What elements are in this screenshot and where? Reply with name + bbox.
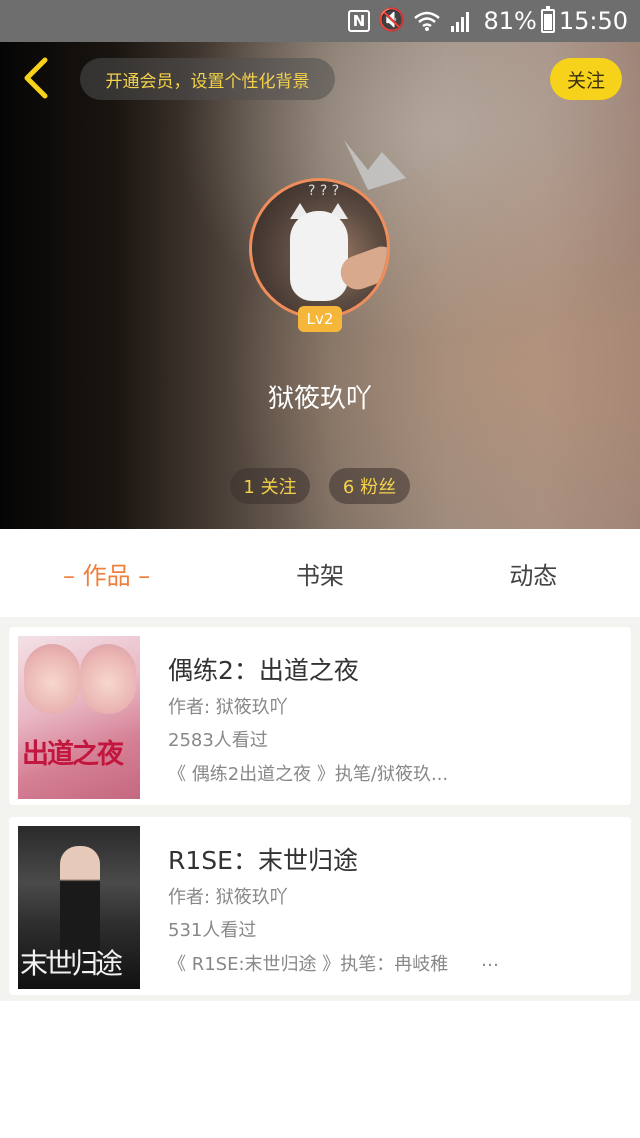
mute-icon: 🔇 xyxy=(378,8,406,33)
vip-background-prompt[interactable]: 开通会员，设置个性化背景 xyxy=(80,58,335,100)
back-arrow-icon xyxy=(24,57,48,99)
signal-icon xyxy=(451,12,470,32)
cover-art xyxy=(24,644,80,714)
battery-icon xyxy=(540,6,555,33)
book-cover: 末世归途 xyxy=(18,826,140,989)
more-indicator: … xyxy=(481,950,499,971)
back-button[interactable] xyxy=(14,56,58,100)
username: 狱筱玖吖 xyxy=(267,384,372,414)
book-cover: 出道之夜 xyxy=(18,636,140,799)
profile-header: 开通会员，设置个性化背景 关注 ? ? ? Lv2 狱筱玖吖 1 关注 6 粉丝 xyxy=(0,42,640,529)
book-views: 2583人看过 xyxy=(168,730,268,751)
cover-title: 出道之夜 xyxy=(22,739,124,770)
avatar[interactable]: ? ? ? xyxy=(249,178,390,319)
follow-button[interactable]: 关注 xyxy=(550,58,622,100)
book-author: 作者: 狱筱玖吖 xyxy=(168,697,288,718)
cover-title: 末世归途 xyxy=(20,947,123,980)
clock: 15:50 xyxy=(558,7,628,35)
fans-count[interactable]: 6 粉丝 xyxy=(329,468,410,504)
tab-works[interactable]: 作品 xyxy=(0,556,213,591)
tab-bookshelf[interactable]: 书架 xyxy=(213,556,426,591)
works-list: 出道之夜 偶练2：出道之夜 作者: 狱筱玖吖 2583人看过 《 偶练2出道之夜… xyxy=(0,617,640,1001)
status-icons: N 🔇 xyxy=(348,10,473,32)
list-item[interactable]: 末世归途 R1SE：末世归途 作者: 狱筱玖吖 531人看过 《 R1SE:末世… xyxy=(9,817,631,995)
book-title: R1SE：末世归途 xyxy=(168,846,358,875)
level-badge: Lv2 xyxy=(298,306,342,332)
battery-percent: 81% xyxy=(483,7,537,35)
avatar-detail: ? ? ? xyxy=(308,183,340,199)
cover-art xyxy=(80,644,136,714)
nfc-icon: N xyxy=(348,10,371,32)
book-views: 531人看过 xyxy=(168,920,257,941)
book-description: 《 R1SE:末世归途 》执笔：冉岐稚 xyxy=(168,954,449,975)
book-title: 偶练2：出道之夜 xyxy=(168,656,359,685)
book-description: 《 偶练2出道之夜 》执笔/狱筱玖... xyxy=(168,764,449,785)
avatar-detail xyxy=(290,211,348,301)
profile-tabs: 作品 书架 动态 xyxy=(0,529,640,617)
list-item[interactable]: 出道之夜 偶练2：出道之夜 作者: 狱筱玖吖 2583人看过 《 偶练2出道之夜… xyxy=(9,627,631,805)
book-author: 作者: 狱筱玖吖 xyxy=(168,887,288,908)
status-bar: N 🔇 81% 15:50 xyxy=(0,0,640,42)
wifi-icon xyxy=(414,11,441,31)
following-count[interactable]: 1 关注 xyxy=(230,468,310,504)
crown-icon xyxy=(344,140,406,190)
tab-activity[interactable]: 动态 xyxy=(427,556,640,591)
